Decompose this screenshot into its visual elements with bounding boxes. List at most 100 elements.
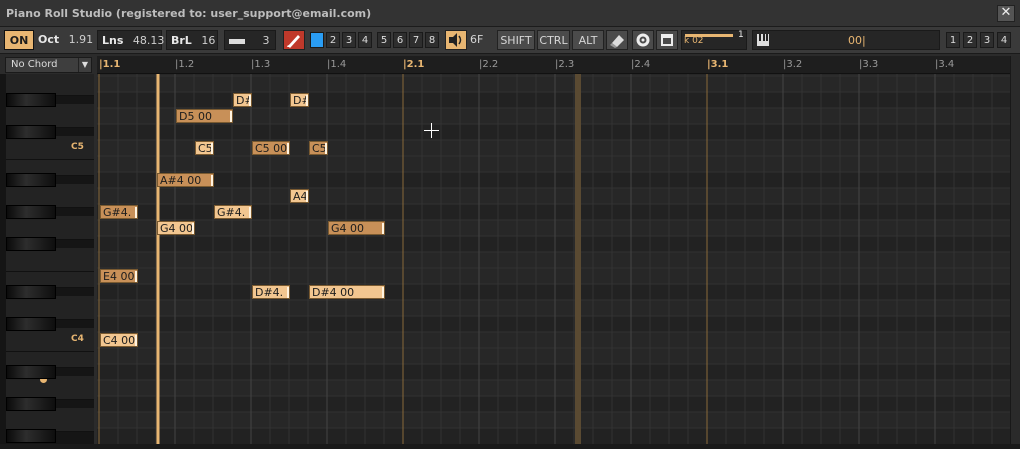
note-resize-handle[interactable] [211,175,213,186]
black-key-row [97,396,1010,412]
note-block[interactable]: D#4 00 [309,285,385,299]
note-block[interactable]: A4 [290,189,309,203]
octave-field[interactable]: Oct 1.91 [38,30,93,50]
ruler-label: |3.3 [859,59,879,70]
num-key-7[interactable]: 7 [409,32,423,48]
note-label: G#4. [217,206,246,219]
black-key[interactable] [6,205,56,219]
view-key-2[interactable]: 2 [963,32,977,48]
black-key-row [97,236,1010,252]
lines-field[interactable]: Lns 48.13 [97,30,164,50]
bar-length-field[interactable]: BrL 16 [166,30,218,50]
note-resize-handle[interactable] [325,143,327,154]
alt-button[interactable]: ALT [572,30,604,50]
white-key[interactable] [6,248,94,272]
gear-icon[interactable] [632,30,654,50]
num-key-2[interactable]: 2 [326,32,340,48]
chord-select[interactable]: No Chord ▼ [5,57,92,73]
note-resize-handle[interactable] [382,223,384,234]
line-width-icon [229,38,245,44]
note-resize-handle[interactable] [249,95,251,106]
pencil-tool-icon[interactable] [283,30,305,50]
note-resize-handle[interactable] [249,207,251,218]
note-resize-handle[interactable] [135,335,137,346]
ruler-label: |2.1 [403,59,425,70]
loop-end-marker[interactable] [575,74,581,444]
num-key-4[interactable]: 4 [358,32,372,48]
piano-icon [757,34,769,46]
num-key-3[interactable]: 3 [342,32,356,48]
note-block[interactable]: C4 00 [100,333,138,347]
note-label: D#4. [255,286,284,299]
num-key-5[interactable]: 5 [377,32,391,48]
on-toggle-button[interactable]: ON [4,30,34,50]
zoom-slider-label: k 02 [684,36,704,46]
note-block[interactable]: D#4. [252,285,290,299]
black-key[interactable] [6,365,56,379]
note-resize-handle[interactable] [287,143,289,154]
note-resize-handle[interactable] [306,95,308,106]
view-key-3[interactable]: 3 [980,32,994,48]
timeline-ruler[interactable]: |1.1 |1.2 |1.3 |1.4 |2.1 |2.2 |2.3 |2.4 |3.1 |3.2… [97,56,1010,74]
ruler-label: |3.2 [783,59,803,70]
ruler-label: |1.4 [327,59,347,70]
chevron-down-icon: ▼ [78,58,91,72]
bottom-scrollbar[interactable] [0,444,1020,449]
view-key-4[interactable]: 4 [997,32,1011,48]
black-key[interactable] [6,397,56,411]
lines-label: Lns [102,34,124,47]
note-label: C5 00 [255,142,288,155]
shift-button[interactable]: SHIFT [497,30,535,50]
ruler-label: |1.2 [175,59,195,70]
position-field[interactable]: 00| [752,30,940,50]
note-resize-handle[interactable] [135,207,137,218]
eraser-icon[interactable] [606,30,628,50]
note-block[interactable]: G#4. [100,205,138,219]
note-resize-handle[interactable] [230,111,232,122]
note-resize-handle[interactable] [382,287,384,298]
note-block[interactable]: C5 [195,141,214,155]
view-key-1[interactable]: 1 [946,32,960,48]
note-resize-handle[interactable] [211,143,213,154]
num-key-6[interactable]: 6 [393,32,407,48]
note-block[interactable]: D# [290,93,309,107]
ruler-label: |1.1 [99,59,121,70]
black-key[interactable] [6,317,56,331]
note-block[interactable]: A#4 00 [157,173,214,187]
num-key-8[interactable]: 8 [425,32,439,48]
black-key[interactable] [6,285,56,299]
note-resize-handle[interactable] [192,223,194,234]
black-key[interactable] [6,173,56,187]
note-resize-handle[interactable] [306,191,308,202]
note-block[interactable]: G4 00 [157,221,195,235]
black-key[interactable] [6,237,56,251]
black-key[interactable] [6,429,56,443]
note-label: A#4 00 [160,174,202,187]
line-width-field[interactable]: 3 [224,30,276,50]
note-label: D5 00 [179,110,212,123]
black-key[interactable] [6,93,56,107]
ruler-label: |2.4 [631,59,651,70]
note-block[interactable]: D5 00 [176,109,233,123]
note-block[interactable]: C5 00 [252,141,290,155]
black-key-row [97,316,1010,332]
black-key[interactable] [6,125,56,139]
note-block[interactable]: C5 [309,141,328,155]
piano-keyboard[interactable]: C5 C4 [0,74,94,444]
ctrl-button[interactable]: CTRL [537,30,570,50]
speaker-icon[interactable] [445,30,467,50]
color-key-selected[interactable] [310,32,324,48]
vertical-scrollbar[interactable] [1010,56,1020,444]
window-layout-icon[interactable] [656,30,678,50]
note-block[interactable]: D# [233,93,252,107]
note-resize-handle[interactable] [287,287,289,298]
note-block[interactable]: G#4. [214,205,252,219]
note-block[interactable]: E4 00 [100,269,138,283]
zoom-slider[interactable]: k 02 1 [681,30,747,50]
octave-label: Oct [38,33,60,46]
note-block[interactable]: G4 00 [328,221,385,235]
note-resize-handle[interactable] [135,271,137,282]
piano-roll-grid[interactable]: D# D# D5 00 C5 C5 00 C5 A#4 00 A4 G#4. G#4. G4 00 G… [97,74,1010,444]
close-button[interactable]: ✕ [997,5,1015,22]
velocity-value[interactable]: 6F [470,30,490,50]
